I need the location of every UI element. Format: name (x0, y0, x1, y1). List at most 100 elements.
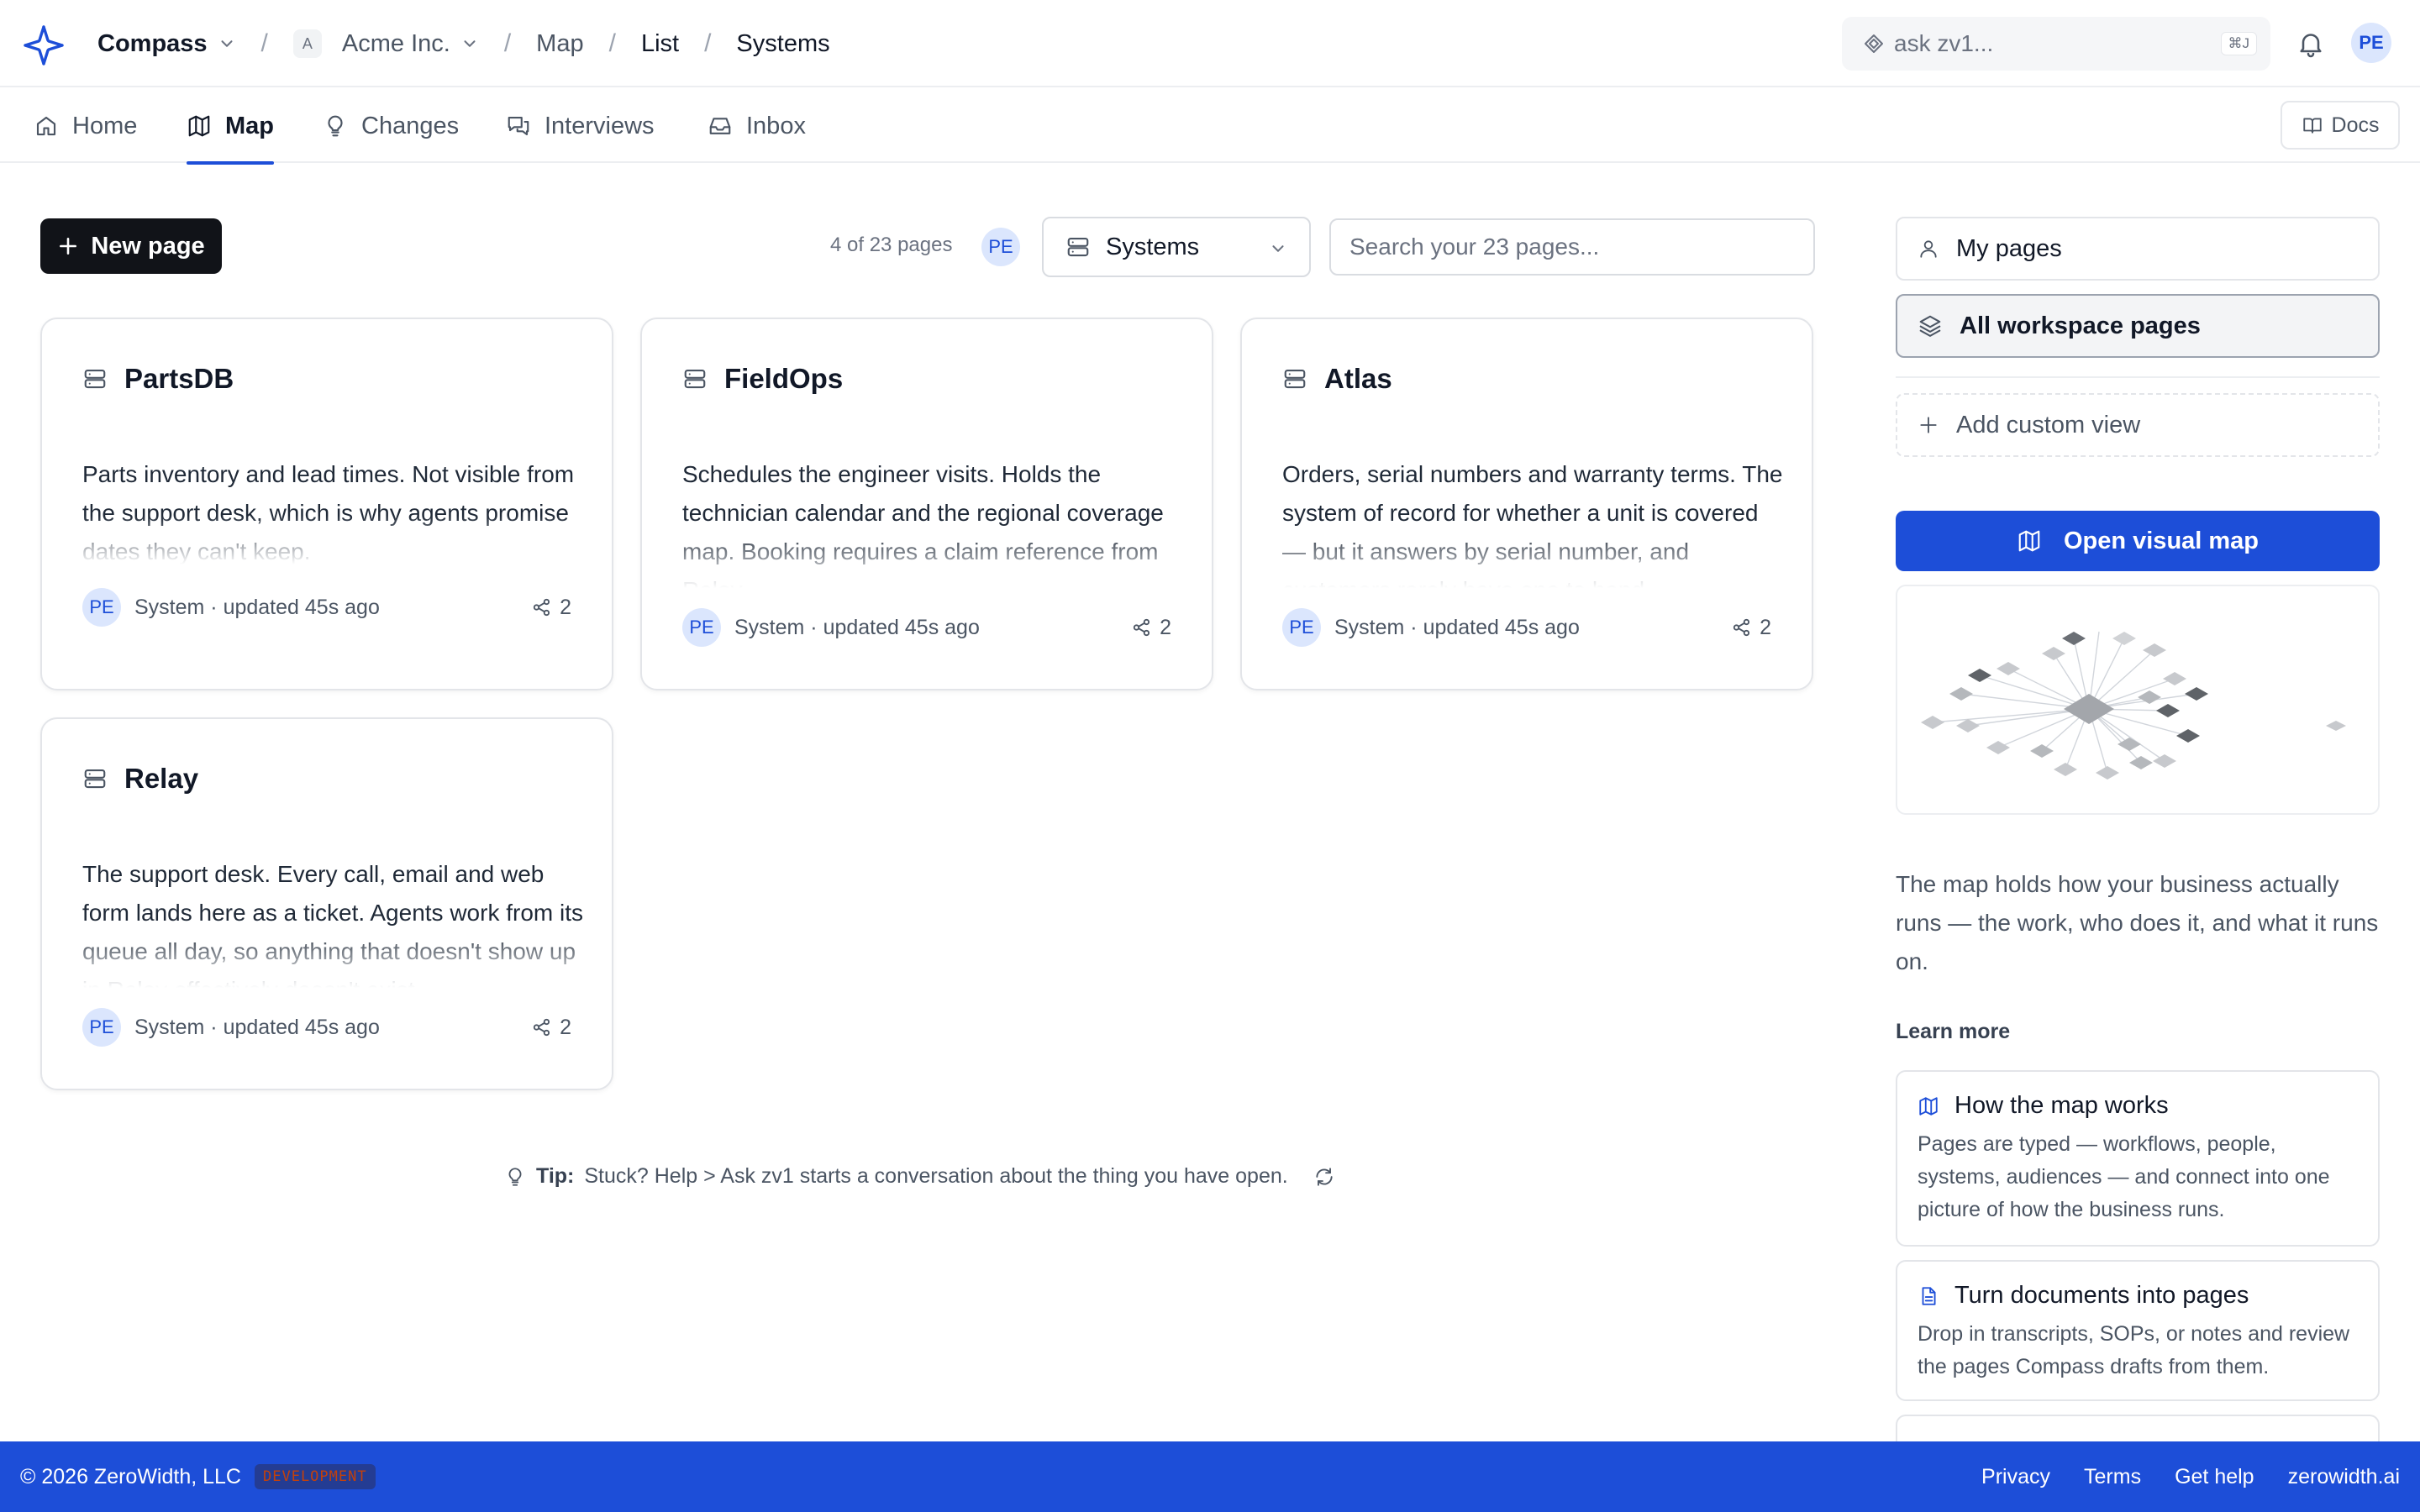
breadcrumb-map[interactable]: Map (536, 30, 583, 58)
plus-icon (1920, 417, 1937, 433)
author-filter-avatar[interactable]: PE (981, 228, 1020, 266)
sparkle-diamond-icon (1865, 34, 1883, 53)
link-count: 2 (1731, 616, 1771, 640)
tab-label: Changes (361, 112, 460, 139)
card-title-text: PartsDB (124, 363, 234, 394)
org-name: Acme Inc. (341, 29, 450, 57)
link-count: 2 (531, 1016, 571, 1040)
view-label: My pages (1956, 234, 2062, 262)
ask-placeholder: ask zv1... (1894, 30, 1994, 56)
card-title-text: FieldOps (724, 363, 844, 394)
card-meta: PE System · updated 45s ago 2 (1282, 608, 1771, 647)
chevron-down-icon (221, 40, 233, 47)
shortcut-badge: ⌘J (2220, 32, 2257, 55)
add-view-label: Add custom view (1956, 411, 2141, 438)
compass-logo-icon[interactable] (22, 24, 66, 67)
lightbulb-icon (508, 1167, 522, 1186)
card-title: FieldOps (682, 363, 843, 395)
org-switcher[interactable]: A Acme Inc. (292, 29, 479, 58)
search-input[interactable]: Search your 23 pages... (1329, 218, 1815, 276)
page-card-atlas[interactable]: Atlas Orders, serial numbers and warrant… (1240, 318, 1813, 690)
user-avatar[interactable]: PE (2351, 23, 2391, 63)
footer: © 2026 ZeroWidth, LLC DEVELOPMENT Privac… (0, 1441, 2420, 1512)
tab-changes[interactable]: Changes (323, 89, 459, 163)
ask-zv1-input[interactable]: ask zv1... ⌘J (1842, 17, 2270, 71)
footer-link-terms[interactable]: Terms (2084, 1465, 2141, 1489)
map-icon (1919, 1096, 1938, 1116)
page-card-fieldops[interactable]: FieldOps Schedules the engineer visits. … (640, 318, 1213, 690)
search-placeholder: Search your 23 pages... (1349, 234, 1600, 260)
docs-button[interactable]: Docs (2281, 101, 2400, 150)
learn-card-how-map-works[interactable]: How the map works Pages are typed — work… (1896, 1070, 2380, 1247)
tab-home[interactable]: Home (34, 89, 137, 163)
open-map-label: Open visual map (2063, 527, 2260, 554)
footer-link-website[interactable]: zerowidth.ai (2288, 1465, 2400, 1489)
tab-label: Map (225, 112, 274, 139)
card-meta: PE System · updated 45s ago 2 (682, 608, 1171, 647)
refresh-icon[interactable] (1313, 1166, 1335, 1188)
tip-text: Stuck? Help > Ask zv1 starts a conversat… (584, 1164, 1288, 1188)
breadcrumb-separator: / (503, 29, 512, 57)
card-title: Atlas (1282, 363, 1392, 395)
card-description: Schedules the engineer visits. Holds the… (682, 461, 1164, 588)
tip-bar: Tip: Stuck? Help > Ask zv1 starts a conv… (504, 1164, 1335, 1189)
chevron-down-icon (1272, 245, 1284, 252)
card-description: The support desk. Every call, email and … (82, 861, 584, 988)
link-count: 2 (1131, 616, 1171, 640)
card-title: Relay (82, 763, 198, 795)
home-icon (36, 116, 56, 136)
tab-inbox[interactable]: Inbox (708, 89, 806, 163)
breadcrumb-list[interactable]: List (641, 30, 679, 58)
new-page-label: New page (91, 232, 205, 260)
plus-icon (60, 238, 77, 255)
card-meta-text: System · updated 45s ago (134, 595, 380, 619)
footer-links: Privacy Terms Get help zerowidth.ai (1981, 1465, 2400, 1489)
card-meta-text: System · updated 45s ago (1334, 615, 1580, 639)
learn-card-title: How the map works (1918, 1092, 2358, 1120)
card-title-text: Atlas (1324, 363, 1392, 394)
sidebar-divider (1896, 376, 2380, 378)
connections-icon (533, 598, 550, 617)
tab-interviews[interactable]: Interviews (506, 89, 655, 163)
card-meta: PE System · updated 45s ago 2 (82, 588, 571, 627)
link-count: 2 (531, 596, 571, 620)
connections-icon (1133, 618, 1150, 637)
author-avatar: PE (82, 1008, 121, 1047)
page-card-partsdb[interactable]: PartsDB Parts inventory and lead times. … (40, 318, 613, 690)
open-visual-map-button[interactable]: Open visual map (1896, 511, 2380, 571)
bell-icon[interactable] (2296, 29, 2326, 59)
footer-link-get-help[interactable]: Get help (2175, 1465, 2254, 1489)
view-label: All workspace pages (1960, 312, 2201, 339)
card-title: PartsDB (82, 363, 234, 395)
page-card-relay[interactable]: Relay The support desk. Every call, emai… (40, 717, 613, 1090)
link-count-value: 2 (560, 1015, 571, 1039)
map-about-text: The map holds how your business actually… (1896, 871, 2379, 974)
view-all-workspace-pages[interactable]: All workspace pages (1896, 294, 2380, 358)
footer-link-privacy[interactable]: Privacy (1981, 1465, 2050, 1489)
learn-card-description: Drop in transcripts, SOPs, or notes and … (1918, 1322, 2350, 1378)
lightbulb-icon (328, 115, 343, 137)
type-filter-value: Systems (1106, 233, 1200, 260)
app-name: Compass (97, 29, 208, 57)
learn-card-title: Turn documents into pages (1918, 1282, 2358, 1310)
tab-label: Home (72, 112, 138, 139)
chat-icon (508, 116, 529, 136)
docs-label: Docs (2331, 113, 2380, 137)
add-custom-view-button[interactable]: Add custom view (1896, 393, 2380, 457)
author-avatar: PE (682, 608, 721, 647)
new-page-button[interactable]: New page (40, 218, 222, 274)
breadcrumb: Compass / A Acme Inc. / Map / List / Sys… (97, 0, 830, 87)
type-filter-select[interactable]: Systems (1042, 217, 1311, 277)
connections-icon (1733, 618, 1750, 637)
server-icon (1067, 237, 1089, 257)
chevron-down-icon (464, 40, 476, 47)
map-preview[interactable] (1896, 585, 2380, 815)
tab-map[interactable]: Map (187, 89, 274, 165)
book-icon (2302, 118, 2322, 134)
app-switcher[interactable]: Compass (97, 30, 236, 58)
learn-card-description: Pages are typed — workflows, people, sys… (1918, 1132, 2330, 1221)
author-avatar: PE (82, 588, 121, 627)
view-my-pages[interactable]: My pages (1896, 217, 2380, 281)
breadcrumb-systems: Systems (736, 29, 830, 57)
learn-card-turn-documents-into-pages[interactable]: Turn documents into pages Drop in transc… (1896, 1260, 2380, 1401)
